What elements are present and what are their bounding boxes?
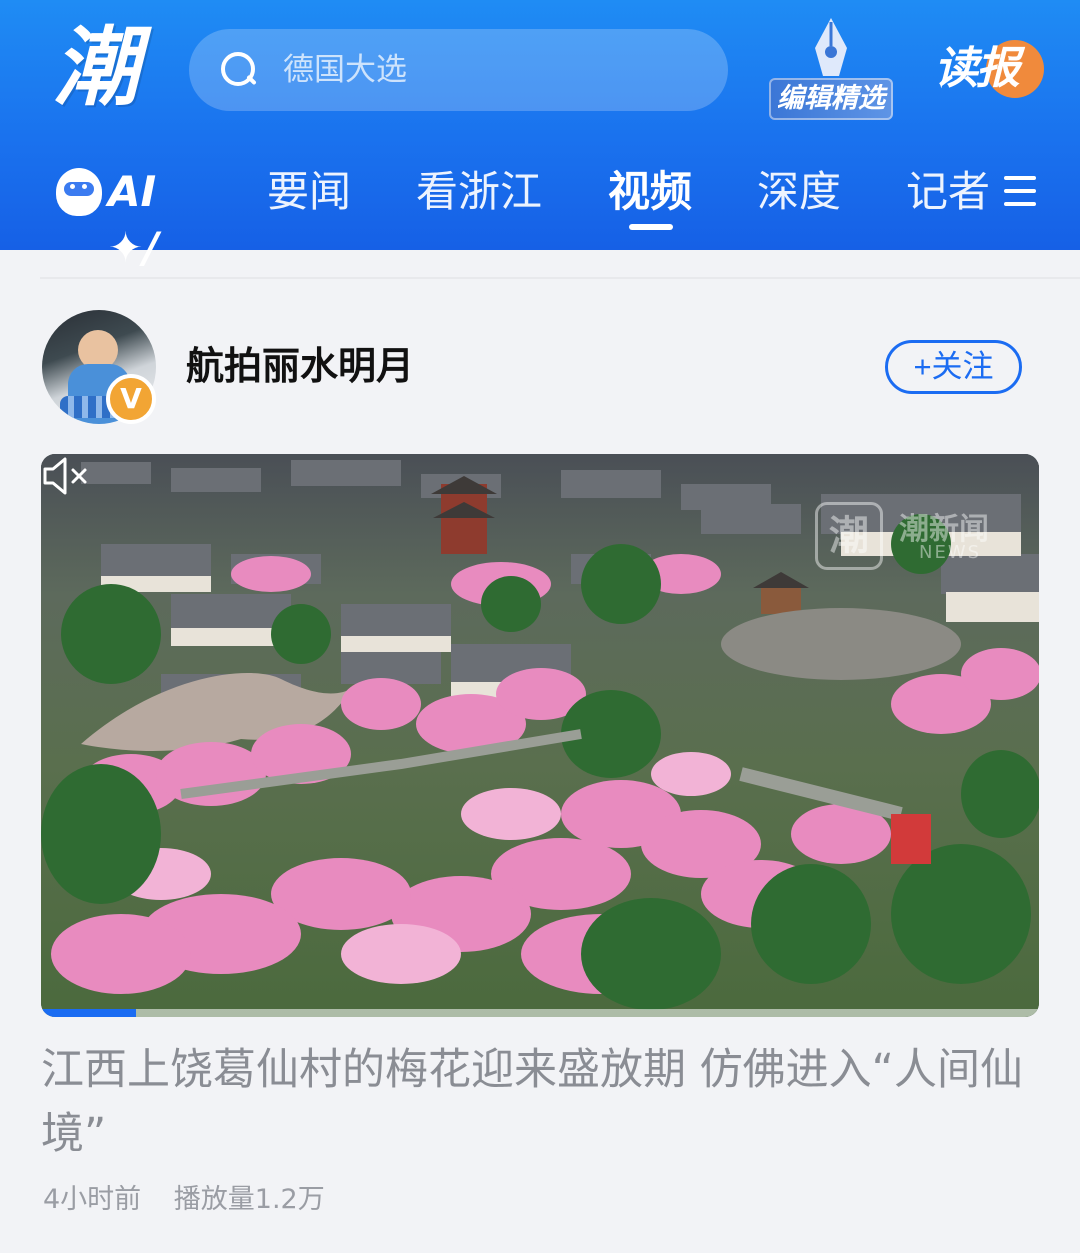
channel-nav: AI ✦/ 要闻 看浙江 视频 深度 记者	[0, 150, 1080, 272]
author-name[interactable]: 航拍丽水明月	[186, 338, 414, 394]
search-icon	[219, 50, 259, 90]
tab-reporter[interactable]: 记者	[906, 164, 990, 220]
sparkle-icon: ✦/	[108, 223, 159, 272]
pen-nib-icon	[815, 18, 847, 76]
divider	[40, 277, 1080, 279]
ai-tab-label: AI ✦/	[108, 167, 159, 272]
verified-badge: V	[106, 374, 156, 424]
menu-icon[interactable]	[1004, 174, 1036, 208]
editor-pick-button[interactable]: 编辑精选	[769, 18, 893, 122]
tab-zhejiang[interactable]: 看浙江	[416, 164, 542, 220]
search-bar[interactable]	[189, 29, 728, 111]
video-player[interactable]: 潮 潮新闻 NEWS	[41, 454, 1039, 1017]
app-logo[interactable]: 潮	[46, 14, 146, 122]
active-tab-indicator	[629, 224, 673, 230]
time-ago: 4小时前	[43, 1184, 142, 1215]
video-title[interactable]: 江西上饶葛仙村的梅花迎来盛放期 仿佛进入“人间仙境”	[41, 1038, 1031, 1166]
video-progress-fill	[41, 1009, 136, 1017]
tab-news[interactable]: 要闻	[267, 164, 351, 220]
mute-icon[interactable]	[41, 454, 91, 498]
video-progress-bar[interactable]	[41, 1009, 1039, 1017]
tab-video[interactable]: 视频	[608, 164, 692, 220]
tab-depth[interactable]: 深度	[757, 164, 841, 220]
post-meta: 4小时前 播放量1.2万	[43, 1178, 325, 1222]
follow-button[interactable]: +关注	[885, 340, 1022, 394]
ai-mascot-icon	[56, 168, 102, 216]
search-input[interactable]	[283, 52, 683, 88]
tab-ai[interactable]: AI ✦/	[56, 164, 206, 272]
news-watermark: 潮 潮新闻 NEWS	[815, 498, 1035, 578]
read-paper-label: 读报	[934, 43, 1020, 94]
play-count: 播放量1.2万	[173, 1184, 325, 1215]
read-paper-button[interactable]: 读报	[934, 38, 1044, 100]
top-header: 潮 编辑精选 读报 AI ✦/ 要闻 看浙江 视频 深度 记者	[0, 0, 1080, 272]
author-row: V 航拍丽水明月 +关注	[40, 308, 1040, 426]
watermark-sub: NEWS	[919, 542, 982, 563]
editor-pick-label: 编辑精选	[769, 78, 893, 120]
watermark-logo: 潮	[815, 502, 883, 570]
